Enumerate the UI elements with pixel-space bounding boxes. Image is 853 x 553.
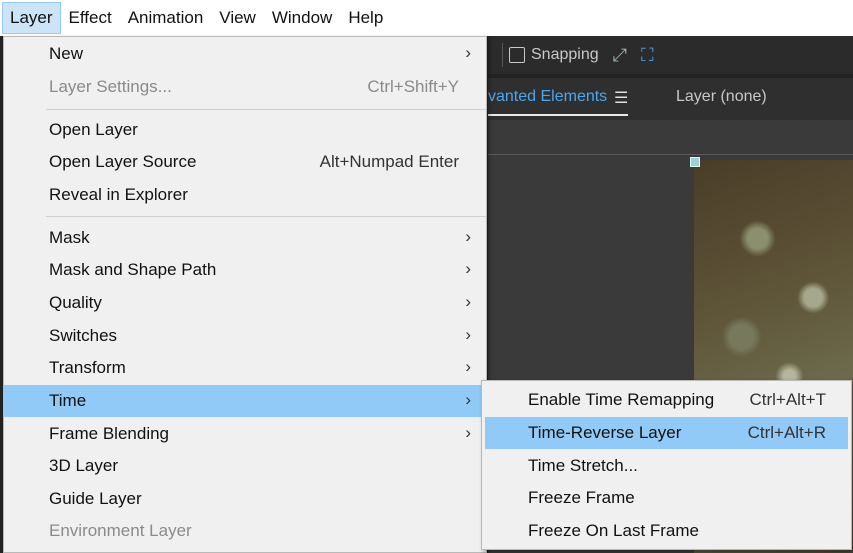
toolbar: Snapping ⤢ ⛶ [488, 36, 853, 74]
menu-item-transform[interactable]: Transform › [4, 352, 486, 384]
menu-window[interactable]: Window [264, 2, 340, 34]
menu-item-label: Guide Layer [49, 489, 142, 508]
submenu-item-shortcut: Ctrl+Alt+R [747, 423, 826, 442]
menu-item-label: Time [49, 391, 87, 410]
layer-menu: New › Layer Settings... Ctrl+Shift+Y Ope… [3, 36, 487, 553]
chevron-right-icon: › [465, 259, 471, 278]
menu-bar: Layer Effect Animation View Window Help [0, 0, 853, 36]
toolbar-divider [502, 43, 503, 67]
menu-item-guide-layer[interactable]: Guide Layer [4, 483, 486, 515]
menu-item-layer-settings: Layer Settings... Ctrl+Shift+Y [4, 71, 486, 103]
submenu-item-freeze-on-last-frame[interactable]: Freeze On Last Frame [485, 515, 848, 547]
time-submenu: Enable Time Remapping Ctrl+Alt+T Time-Re… [481, 380, 852, 550]
menu-item-label: Quality [49, 293, 102, 312]
menu-item-open-layer-source[interactable]: Open Layer Source Alt+Numpad Enter [4, 146, 486, 178]
menu-item-reveal-in-explorer[interactable]: Reveal in Explorer [4, 179, 486, 211]
menu-item-label: Open Layer [49, 120, 138, 139]
chevron-right-icon: › [465, 357, 471, 376]
layer-handle[interactable] [690, 157, 700, 167]
menu-item-quality[interactable]: Quality › [4, 287, 486, 319]
chevron-right-icon: › [465, 325, 471, 344]
menu-item-mask-and-shape-path[interactable]: Mask and Shape Path › [4, 254, 486, 286]
snapping-checkbox[interactable] [509, 47, 525, 63]
submenu-item-freeze-frame[interactable]: Freeze Frame [485, 482, 848, 514]
snapping-label: Snapping [531, 46, 599, 63]
menu-separator [46, 109, 486, 110]
tab-advanced-elements[interactable]: vanted Elements [488, 88, 607, 106]
hamburger-icon[interactable]: ☰ [614, 88, 628, 108]
menu-item-label: Open Layer Source [49, 152, 197, 171]
submenu-item-time-reverse-layer[interactable]: Time-Reverse Layer Ctrl+Alt+R [485, 417, 848, 449]
submenu-item-label: Freeze On Last Frame [528, 521, 700, 540]
menu-item-mask[interactable]: Mask › [4, 222, 486, 254]
menu-animation[interactable]: Animation [120, 2, 212, 34]
menu-separator [46, 216, 486, 217]
active-tab-underline [488, 114, 628, 116]
chevron-right-icon: › [465, 43, 471, 62]
submenu-item-label: Time Stretch... [528, 456, 638, 475]
submenu-item-enable-time-remapping[interactable]: Enable Time Remapping Ctrl+Alt+T [485, 384, 848, 416]
menu-item-label: Switches [49, 326, 118, 345]
menu-item-new[interactable]: New › [4, 38, 486, 70]
snap-icon[interactable]: ⤢ [613, 45, 627, 66]
chevron-right-icon: › [465, 292, 471, 311]
chevron-right-icon: › [465, 227, 471, 246]
menu-effect[interactable]: Effect [61, 2, 120, 34]
menu-item-switches[interactable]: Switches › [4, 320, 486, 352]
menu-item-frame-blending[interactable]: Frame Blending › [4, 418, 486, 450]
menu-item-label: Mask [49, 228, 90, 247]
menu-item-label: 3D Layer [49, 456, 118, 475]
submenu-item-time-stretch[interactable]: Time Stretch... [485, 450, 848, 482]
menu-item-3d-layer[interactable]: 3D Layer [4, 450, 486, 482]
menu-item-label: New [49, 44, 84, 63]
panel-divider [488, 154, 853, 155]
panel-header: vanted Elements ☰ Layer (none) [488, 78, 853, 120]
menu-item-open-layer[interactable]: Open Layer [4, 114, 486, 146]
menu-item-label: Environment Layer [49, 521, 192, 540]
submenu-item-label: Freeze Frame [528, 488, 635, 507]
menu-item-shortcut: Ctrl+Shift+Y [367, 77, 459, 96]
menu-item-label: Mask and Shape Path [49, 260, 217, 279]
submenu-item-shortcut: Ctrl+Alt+T [749, 390, 826, 409]
menu-layer[interactable]: Layer [2, 2, 61, 34]
menu-view[interactable]: View [211, 2, 264, 34]
chevron-right-icon: › [465, 423, 471, 442]
menu-item-label: Layer Settings... [49, 77, 172, 96]
focus-frame-icon[interactable]: ⛶ [641, 45, 654, 66]
menu-help[interactable]: Help [340, 2, 391, 34]
tab-layer[interactable]: Layer (none) [676, 88, 767, 106]
menu-item-label: Transform [49, 358, 126, 377]
menu-item-time[interactable]: Time › [4, 385, 486, 417]
submenu-item-label: Time-Reverse Layer [528, 423, 682, 442]
menu-item-label: Reveal in Explorer [49, 185, 188, 204]
chevron-right-icon: › [465, 390, 471, 409]
submenu-item-label: Enable Time Remapping [528, 390, 715, 409]
menu-item-label: Frame Blending [49, 424, 170, 443]
menu-item-environment-layer: Environment Layer [4, 515, 486, 547]
menu-item-shortcut: Alt+Numpad Enter [319, 152, 459, 171]
